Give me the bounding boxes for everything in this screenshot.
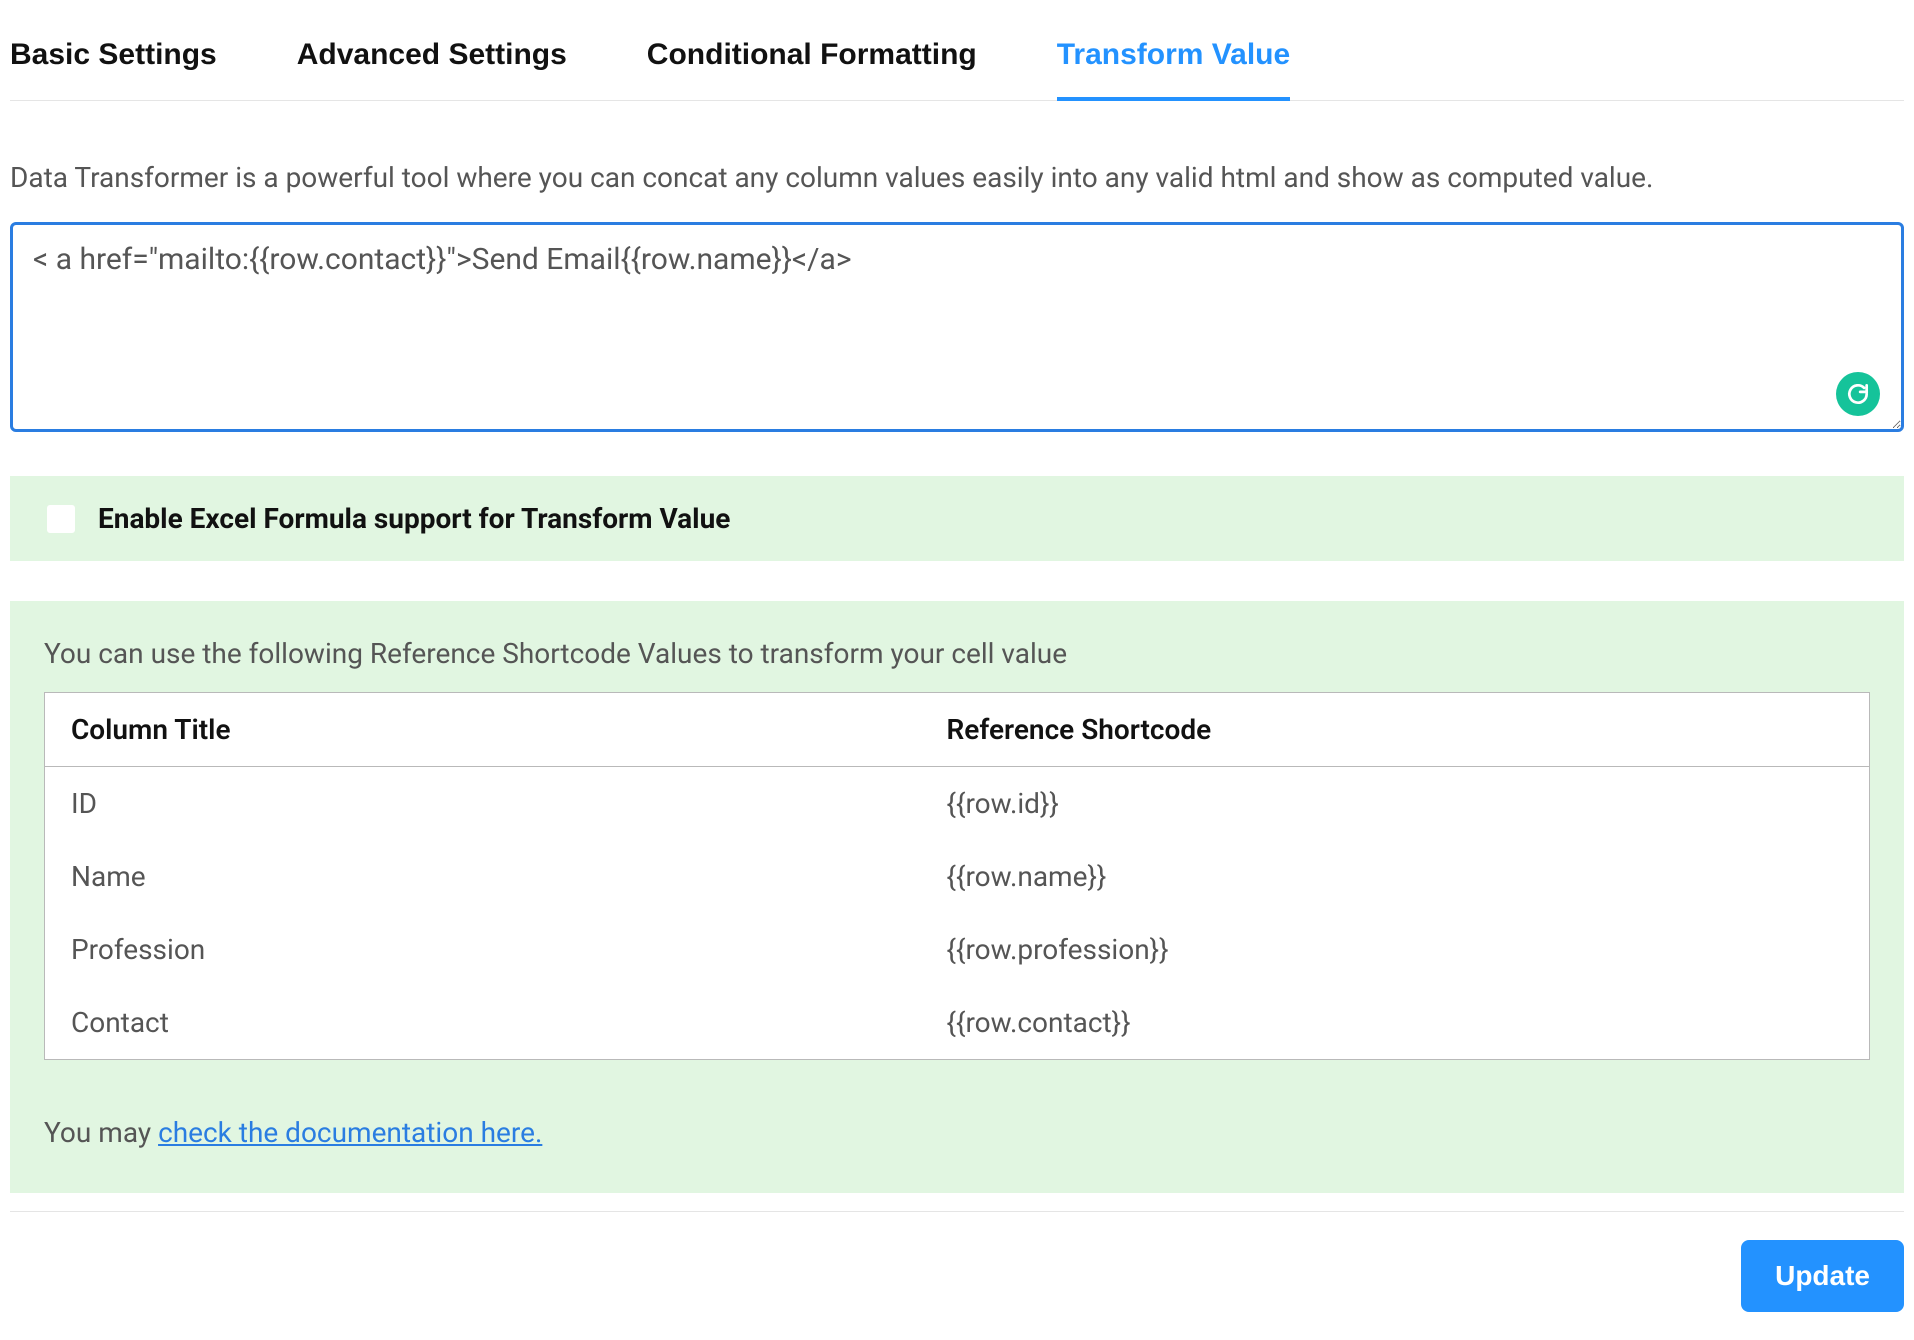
reference-row-title: Profession (45, 913, 921, 986)
tabs-nav: Basic Settings Advanced Settings Conditi… (10, 20, 1904, 101)
reference-row-title: Name (45, 840, 921, 913)
documentation-link[interactable]: check the documentation here. (158, 1116, 542, 1149)
reference-panel: You can use the following Reference Shor… (10, 601, 1904, 1193)
tab-transform-value[interactable]: Transform Value (1057, 20, 1290, 100)
reference-row-shortcode: {{row.id}} (921, 767, 1870, 841)
documentation-line: You may check the documentation here. (44, 1116, 1870, 1149)
tab-conditional-formatting[interactable]: Conditional Formatting (647, 20, 977, 100)
reference-description: You can use the following Reference Shor… (44, 637, 1870, 670)
table-row: Contact {{row.contact}} (45, 986, 1870, 1060)
excel-formula-option: Enable Excel Formula support for Transfo… (10, 476, 1904, 561)
reference-table: Column Title Reference Shortcode ID {{ro… (44, 692, 1870, 1060)
reference-row-shortcode: {{row.profession}} (921, 913, 1870, 986)
documentation-prefix: You may (44, 1116, 158, 1149)
footer: Update (10, 1211, 1904, 1312)
reference-header-shortcode: Reference Shortcode (921, 693, 1870, 767)
excel-formula-checkbox[interactable] (46, 504, 76, 534)
reference-header-column-title: Column Title (45, 693, 921, 767)
tab-basic-settings[interactable]: Basic Settings (10, 20, 217, 100)
table-row: Name {{row.name}} (45, 840, 1870, 913)
tab-advanced-settings[interactable]: Advanced Settings (297, 20, 567, 100)
transform-description: Data Transformer is a powerful tool wher… (10, 161, 1904, 194)
reference-row-title: Contact (45, 986, 921, 1060)
reference-row-title: ID (45, 767, 921, 841)
reference-row-shortcode: {{row.contact}} (921, 986, 1870, 1060)
table-row: Profession {{row.profession}} (45, 913, 1870, 986)
reference-row-shortcode: {{row.name}} (921, 840, 1870, 913)
grammarly-icon[interactable] (1836, 372, 1880, 416)
update-button[interactable]: Update (1741, 1240, 1904, 1312)
transform-value-input[interactable] (10, 222, 1904, 432)
excel-formula-label: Enable Excel Formula support for Transfo… (98, 502, 730, 535)
table-row: ID {{row.id}} (45, 767, 1870, 841)
